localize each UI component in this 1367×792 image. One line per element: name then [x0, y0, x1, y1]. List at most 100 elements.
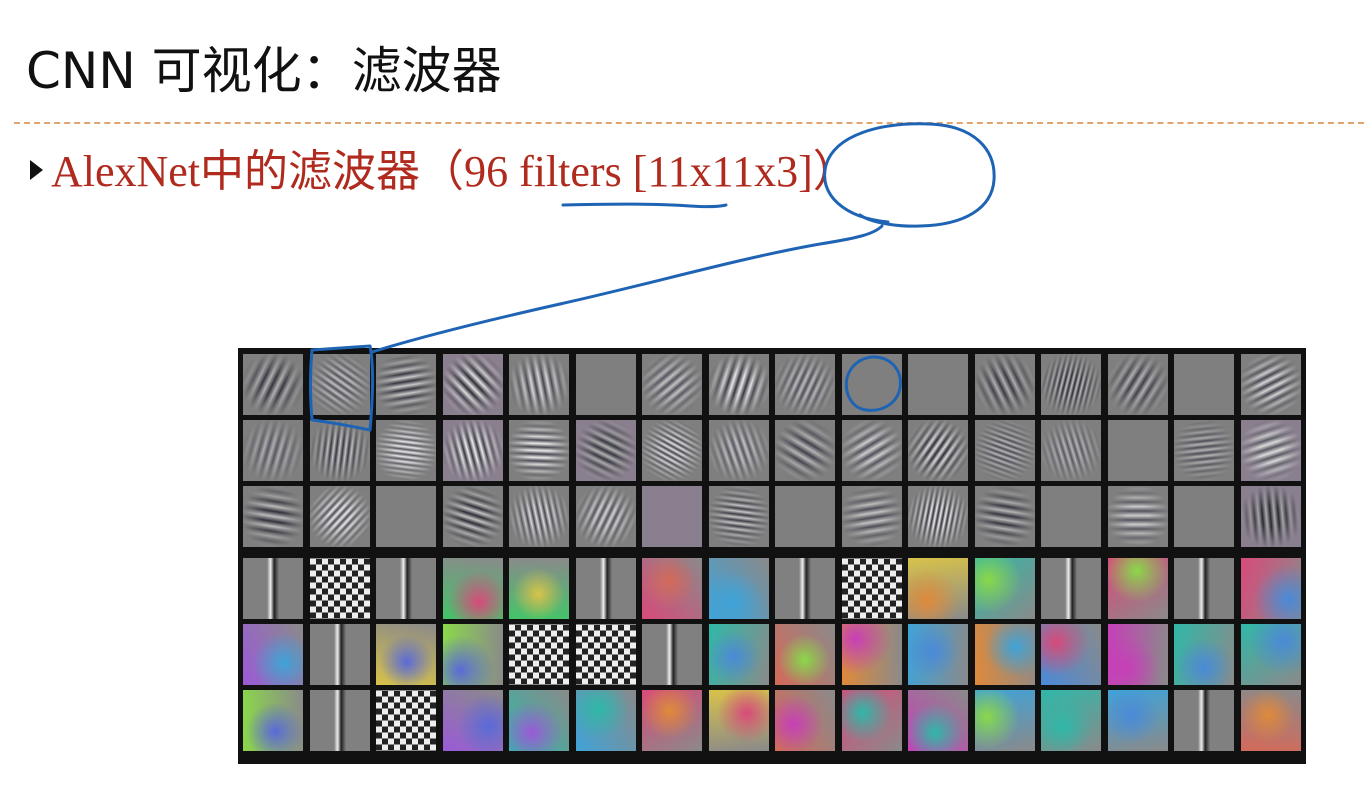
filter-cell	[708, 690, 769, 751]
filter-cell	[575, 420, 636, 481]
filter-cell	[442, 624, 503, 685]
filter-cell	[1041, 690, 1101, 751]
filter-cell	[708, 486, 769, 547]
filter-cell	[376, 354, 436, 415]
filter-cell	[775, 690, 835, 751]
filter-cell	[908, 558, 968, 619]
bracket-open: [	[621, 147, 648, 196]
bullet-triangle-icon	[30, 160, 43, 180]
filter-cell	[376, 690, 436, 751]
filter-cell	[442, 558, 503, 619]
filter-cell	[1107, 558, 1168, 619]
filter-cell	[708, 558, 769, 619]
bullet-suffix: ]）	[798, 147, 857, 196]
alexnet-filter-grid	[238, 348, 1306, 764]
filter-cell	[708, 354, 769, 415]
filter-cell	[1240, 486, 1301, 547]
filter-cell	[974, 624, 1035, 685]
filter-cell	[376, 558, 436, 619]
filter-cell	[243, 420, 303, 481]
filter-cell	[642, 624, 702, 685]
filter-cell	[908, 354, 968, 415]
filter-cell	[1041, 558, 1101, 619]
filter-cell	[243, 624, 303, 685]
bullet-prefix: AlexNet中的滤波器（	[51, 147, 465, 196]
filter-cell	[509, 558, 569, 619]
filter-cell	[376, 486, 436, 547]
filter-cell	[1041, 624, 1101, 685]
filter-dimensions: 11x11x3	[647, 147, 799, 196]
filter-cell	[908, 486, 968, 547]
filter-cell	[974, 354, 1035, 415]
filter-cell	[841, 354, 902, 415]
filter-cell	[1041, 420, 1101, 481]
filter-cell	[1107, 420, 1168, 481]
filter-cell	[509, 420, 569, 481]
filter-cell	[309, 624, 370, 685]
filter-cell	[908, 690, 968, 751]
filter-cell	[642, 690, 702, 751]
filter-cell	[775, 486, 835, 547]
underline-stroke	[561, 202, 728, 209]
filter-cell	[1041, 354, 1101, 415]
filter-cell	[575, 558, 636, 619]
filter-cell	[509, 354, 569, 415]
filter-cell	[708, 624, 769, 685]
filter-cell	[908, 420, 968, 481]
filter-cell	[974, 690, 1035, 751]
filter-cell	[908, 624, 968, 685]
filter-cell	[642, 420, 702, 481]
filter-cell	[775, 420, 835, 481]
filter-cell	[841, 558, 902, 619]
filter-cell	[575, 624, 636, 685]
filter-cell	[575, 690, 636, 751]
filter-cell	[376, 624, 436, 685]
filter-cell	[1107, 486, 1168, 547]
filter-cell	[775, 558, 835, 619]
filter-cell	[575, 354, 636, 415]
filter-cell	[509, 624, 569, 685]
filter-cell	[376, 420, 436, 481]
filter-cell	[442, 354, 503, 415]
filter-cell	[309, 690, 370, 751]
filter-cell	[841, 690, 902, 751]
filter-cell	[243, 558, 303, 619]
filter-cell	[841, 420, 902, 481]
filter-cell	[1174, 486, 1234, 547]
filter-cell	[1240, 624, 1301, 685]
filter-cell	[509, 486, 569, 547]
filter-cell	[1240, 354, 1301, 415]
filter-cell	[1107, 690, 1168, 751]
filter-cell	[509, 690, 569, 751]
filter-cell	[775, 354, 835, 415]
filter-cell	[1107, 624, 1168, 685]
filter-cell	[841, 486, 902, 547]
filter-cell	[1174, 624, 1234, 685]
filter-cell	[642, 486, 702, 547]
filter-cell	[1240, 558, 1301, 619]
filter-cell	[642, 558, 702, 619]
filter-cell	[309, 486, 370, 547]
filter-cell	[309, 558, 370, 619]
filter-cell	[708, 420, 769, 481]
filter-cell	[243, 486, 303, 547]
filter-cell	[309, 354, 370, 415]
filter-cell	[575, 486, 636, 547]
filter-cell	[1174, 420, 1234, 481]
filter-count-phrase: 96 filters	[464, 147, 622, 196]
filter-cell	[442, 690, 503, 751]
filter-cell	[1240, 420, 1301, 481]
filter-cell	[775, 624, 835, 685]
filter-cell	[442, 486, 503, 547]
title-divider	[14, 122, 1364, 124]
filter-cell	[974, 420, 1035, 481]
filter-cell	[1174, 354, 1234, 415]
filter-cell	[1107, 354, 1168, 415]
filter-cell	[1240, 690, 1301, 751]
filter-cell	[974, 558, 1035, 619]
filter-cell	[442, 420, 503, 481]
connector-stroke	[370, 224, 884, 354]
filter-cell	[642, 354, 702, 415]
filter-cell	[309, 420, 370, 481]
filter-cell	[1041, 486, 1101, 547]
